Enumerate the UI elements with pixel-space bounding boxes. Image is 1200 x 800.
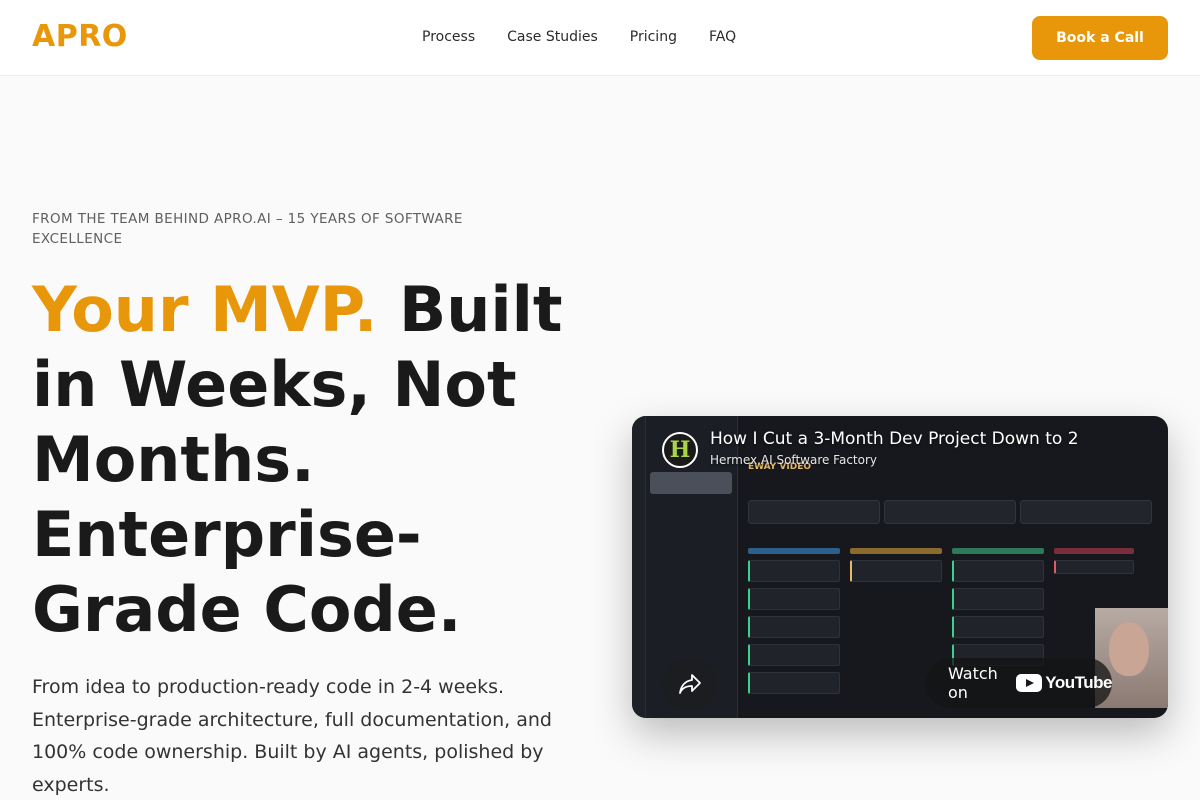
book-a-call-button[interactable]: Book a Call	[1032, 16, 1168, 60]
video-channel-name[interactable]: Hermex AI Software Factory	[710, 453, 877, 467]
nav-link-process[interactable]: Process	[422, 29, 475, 45]
video-embed[interactable]: EWAY VIDEO H How I Cut a 3-Month Dev Pro…	[632, 416, 1168, 718]
share-arrow-icon	[679, 674, 701, 694]
youtube-play-icon	[1016, 674, 1043, 692]
video-title[interactable]: How I Cut a 3-Month Dev Project Down to …	[710, 429, 1079, 449]
hero-headline: Your MVP. Built in Weeks, Not Months. En…	[32, 272, 592, 647]
video-stat-card	[748, 500, 880, 524]
video-stat-card	[1020, 500, 1152, 524]
nav-link-case-studies[interactable]: Case Studies	[507, 29, 598, 45]
nav-link-pricing[interactable]: Pricing	[630, 29, 677, 45]
nav-link-faq[interactable]: FAQ	[709, 29, 736, 45]
youtube-logo-icon: YouTube	[1016, 673, 1112, 693]
headline-accent: Your MVP.	[32, 273, 378, 346]
hero-subtext: From idea to production-ready code in 2-…	[32, 676, 552, 796]
video-sidebar-highlight	[650, 472, 732, 494]
video-stat-card	[884, 500, 1016, 524]
logo[interactable]: APRO	[32, 19, 128, 54]
watch-on-youtube-button[interactable]: Watch on YouTube	[926, 658, 1112, 708]
hero-eyebrow: FROM THE TEAM BEHIND APRO.AI – 15 YEARS …	[32, 211, 463, 247]
share-button[interactable]	[662, 658, 718, 710]
watch-on-label: Watch on	[948, 664, 998, 702]
video-app-rail	[632, 416, 646, 718]
channel-avatar[interactable]: H	[662, 432, 698, 468]
main-nav: Process Case Studies Pricing FAQ	[422, 29, 736, 45]
youtube-wordmark: YouTube	[1045, 673, 1112, 692]
navbar: APRO Process Case Studies Pricing FAQ Bo…	[0, 0, 1200, 76]
video-board-column	[748, 548, 840, 718]
